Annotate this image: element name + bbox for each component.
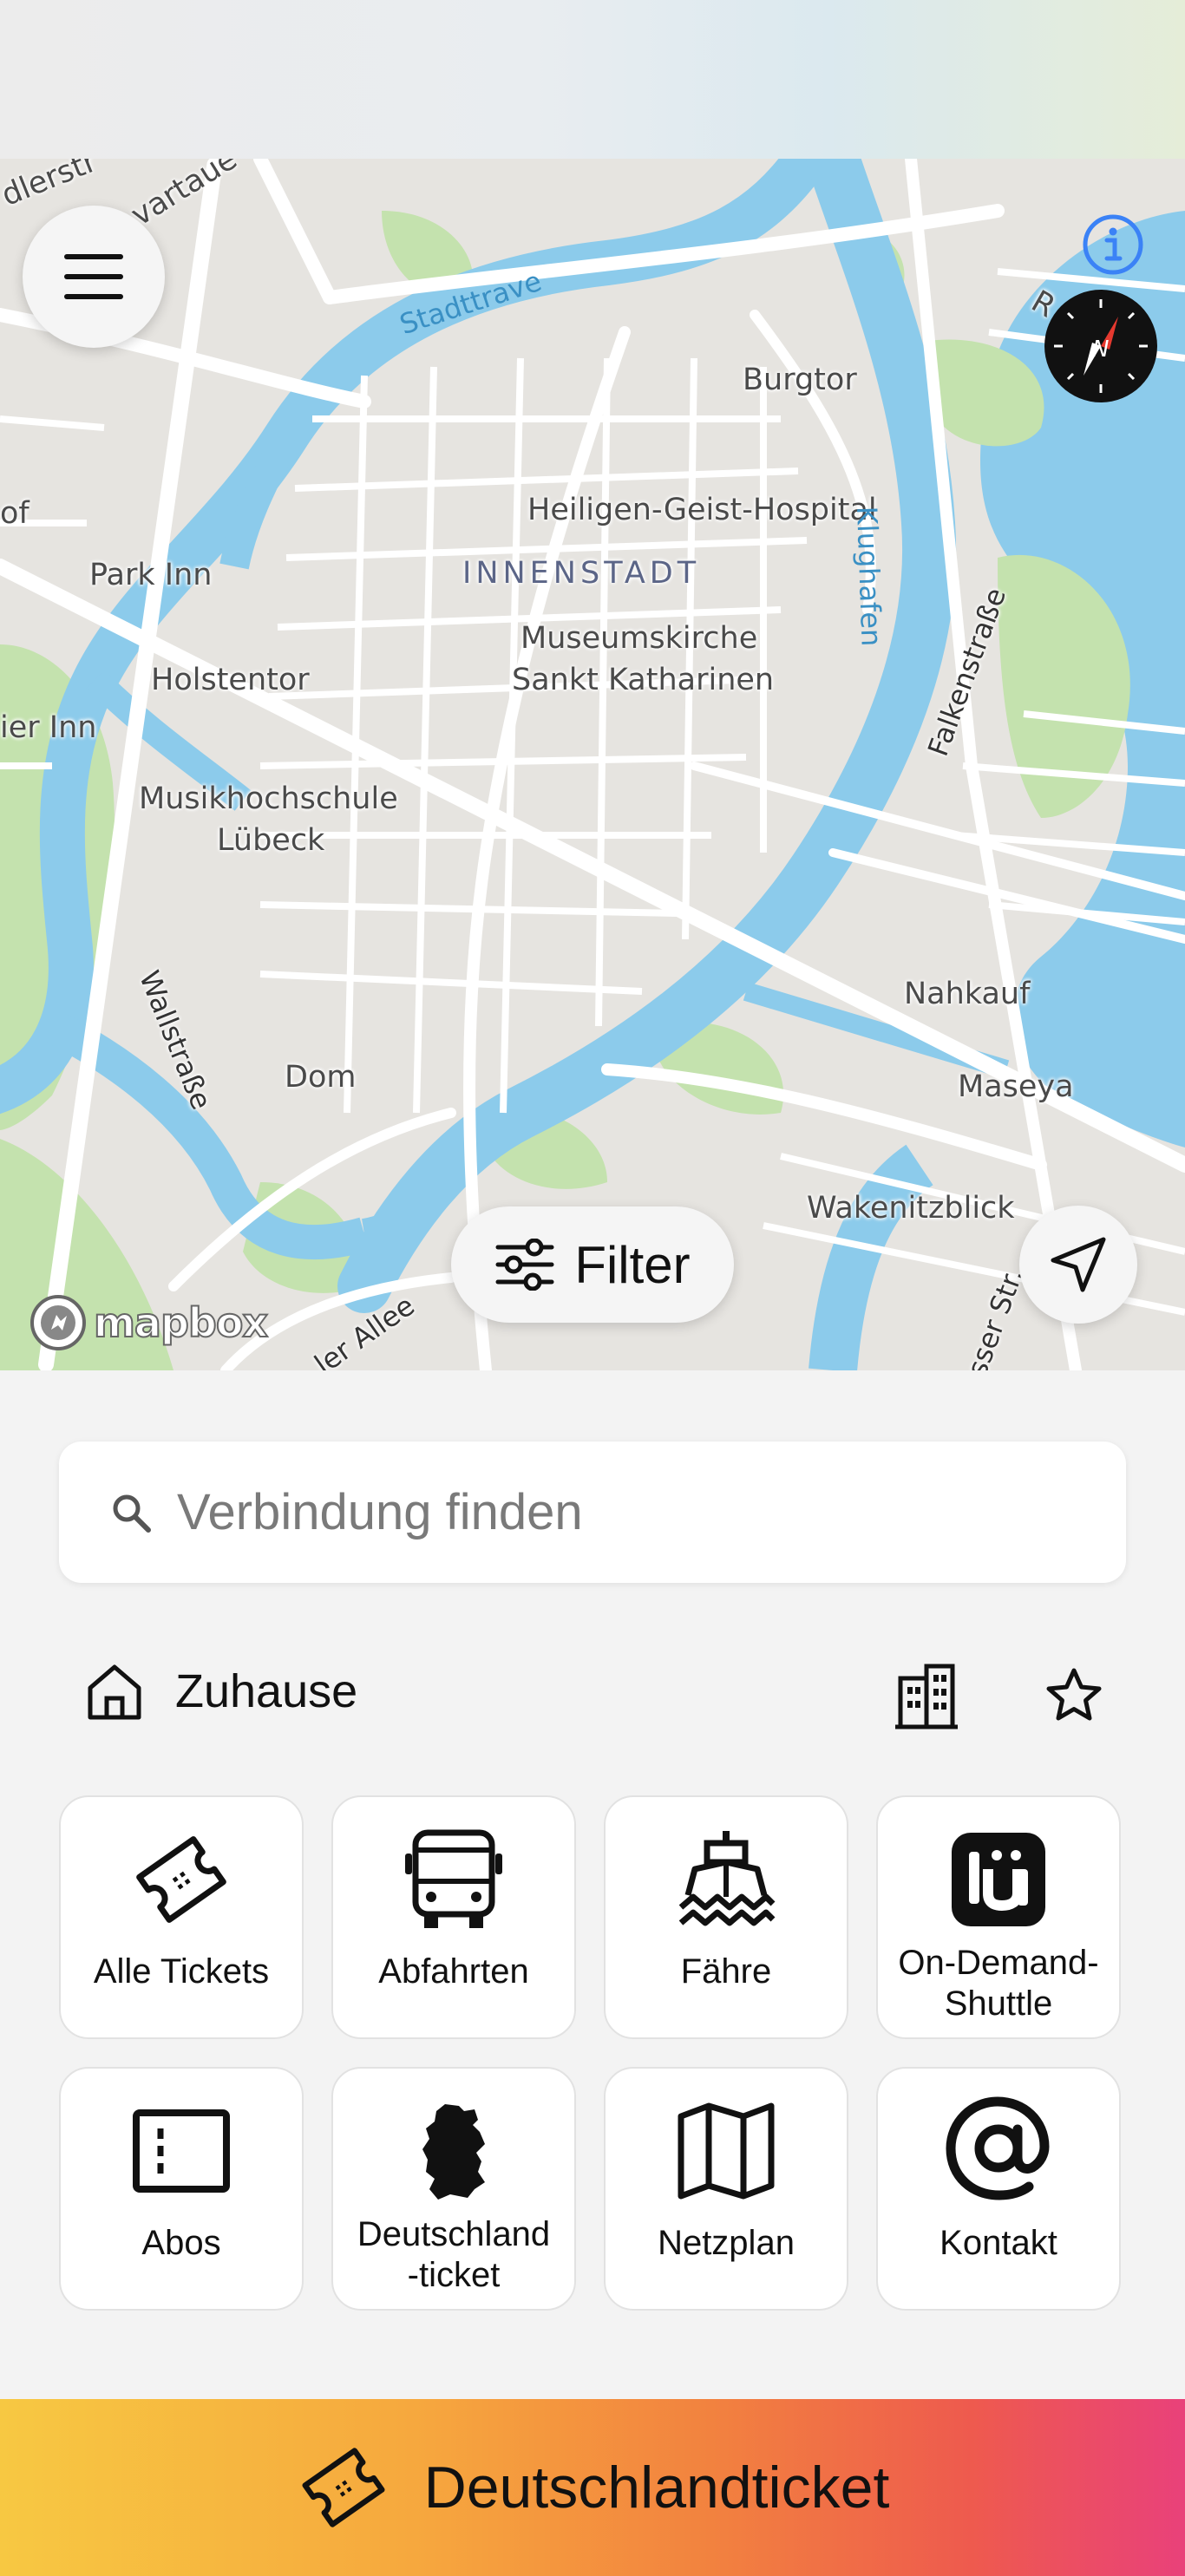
mapbox-logo[interactable]: mapbox (28, 1292, 269, 1353)
connection-search[interactable] (59, 1442, 1126, 1583)
tile-netzplan[interactable]: Netzplan (604, 2067, 848, 2311)
building-icon[interactable] (887, 1657, 966, 1735)
ticket-icon (302, 2448, 385, 2527)
map-label-dom: Dom (285, 1060, 357, 1095)
tile-alle-tickets[interactable]: Alle Tickets (59, 1795, 304, 2039)
tile-label: Alle Tickets (93, 1952, 270, 1991)
search-input[interactable] (177, 1483, 1044, 1541)
tile-label-line: -ticket (407, 2256, 501, 2295)
map-view[interactable]: dlerstr vartaue Stadttrave Burgtor R Hei… (0, 159, 1185, 1370)
home-label[interactable]: Zuhause (175, 1664, 357, 1718)
navigation-arrow-icon (1051, 1237, 1106, 1292)
ferry-icon (661, 1814, 791, 1945)
tile-label: Netzplan (658, 2224, 795, 2262)
tile-abos[interactable]: Abos (59, 2067, 304, 2311)
tile-faehre[interactable]: Fähre (604, 1795, 848, 2039)
tile-label-line: Shuttle (944, 1984, 1053, 2024)
map-label-museumskirche-2: Sankt Katharinen (512, 663, 775, 697)
tile-label-line: On-Demand- (898, 1944, 1099, 1982)
at-icon (933, 2086, 1064, 2216)
tile-label: On-Demand- Shuttle (898, 1943, 1098, 2024)
ticket-icon (116, 1814, 246, 1945)
svg-text:N: N (1092, 337, 1109, 363)
map-label-klughafen: Klughafen (850, 506, 888, 647)
map-label-musikhochschule-2: Lübeck (217, 823, 325, 858)
subscription-icon (116, 2086, 246, 2216)
compass-button[interactable]: N (1044, 290, 1157, 402)
bus-icon (389, 1814, 519, 1945)
map-label-ier-inn: ier Inn (0, 710, 97, 745)
tile-on-demand-shuttle[interactable]: On-Demand- Shuttle (876, 1795, 1121, 2039)
hamburger-icon (64, 254, 123, 299)
star-icon[interactable] (1035, 1657, 1113, 1735)
network-map-icon (661, 2086, 791, 2216)
filter-label: Filter (574, 1235, 691, 1294)
compass-icon: N (1054, 299, 1148, 393)
map-label-wakenitzblick: Wakenitzblick (807, 1191, 1015, 1226)
tile-label: Kontakt (939, 2224, 1057, 2262)
tile-label: Abfahrten (378, 1952, 529, 1991)
tile-label: Abos (141, 2224, 221, 2262)
filter-button[interactable]: Filter (451, 1206, 734, 1323)
home-icon[interactable] (80, 1657, 149, 1726)
mapbox-wordmark: mapbox (93, 1298, 269, 1347)
tile-kontakt[interactable]: Kontakt (876, 2067, 1121, 2311)
map-info-button[interactable] (1080, 212, 1146, 278)
deutschlandticket-banner[interactable]: Deutschlandticket (0, 2399, 1185, 2576)
info-icon (1083, 214, 1143, 275)
search-icon (113, 1494, 151, 1533)
map-label-park-inn: Park Inn (89, 558, 213, 592)
map-label-innenstadt: INNENSTADT (462, 556, 701, 591)
tile-label: Fähre (680, 1952, 772, 1991)
map-label-maseya: Maseya (958, 1069, 1074, 1104)
map-label-nahkauf: Nahkauf (904, 977, 1031, 1011)
tile-label: Deutschland -ticket (357, 2214, 550, 2296)
locate-me-button[interactable] (1019, 1206, 1137, 1324)
map-label-of: of (0, 496, 29, 531)
map-label-burgtor: Burgtor (743, 363, 857, 397)
quick-actions-grid: Alle Tickets Abfahrten Fähre On-Demand- … (59, 1795, 1126, 2311)
map-label-museumskirche-1: Museumskirche (520, 621, 758, 656)
menu-button[interactable] (23, 206, 165, 348)
status-bar (0, 0, 1185, 159)
map-label-heiligen-geist: Heiligen-Geist-Hospital (527, 493, 877, 527)
mapbox-icon (30, 1295, 86, 1350)
tile-deutschlandticket[interactable]: Deutschland -ticket (331, 2067, 576, 2311)
map-label-musikhochschule-1: Musikhochschule (139, 781, 398, 816)
map-label-holstentor: Holstentor (151, 663, 310, 697)
sliders-icon (495, 1239, 554, 1291)
lue-shuttle-icon (933, 1814, 1064, 1945)
banner-label: Deutschlandticket (423, 2455, 890, 2520)
favorites-row: Zuhause (59, 1639, 1126, 1743)
germany-map-icon (389, 2086, 519, 2216)
tile-abfahrten[interactable]: Abfahrten (331, 1795, 576, 2039)
tile-label-line: Deutschland (357, 2215, 551, 2253)
